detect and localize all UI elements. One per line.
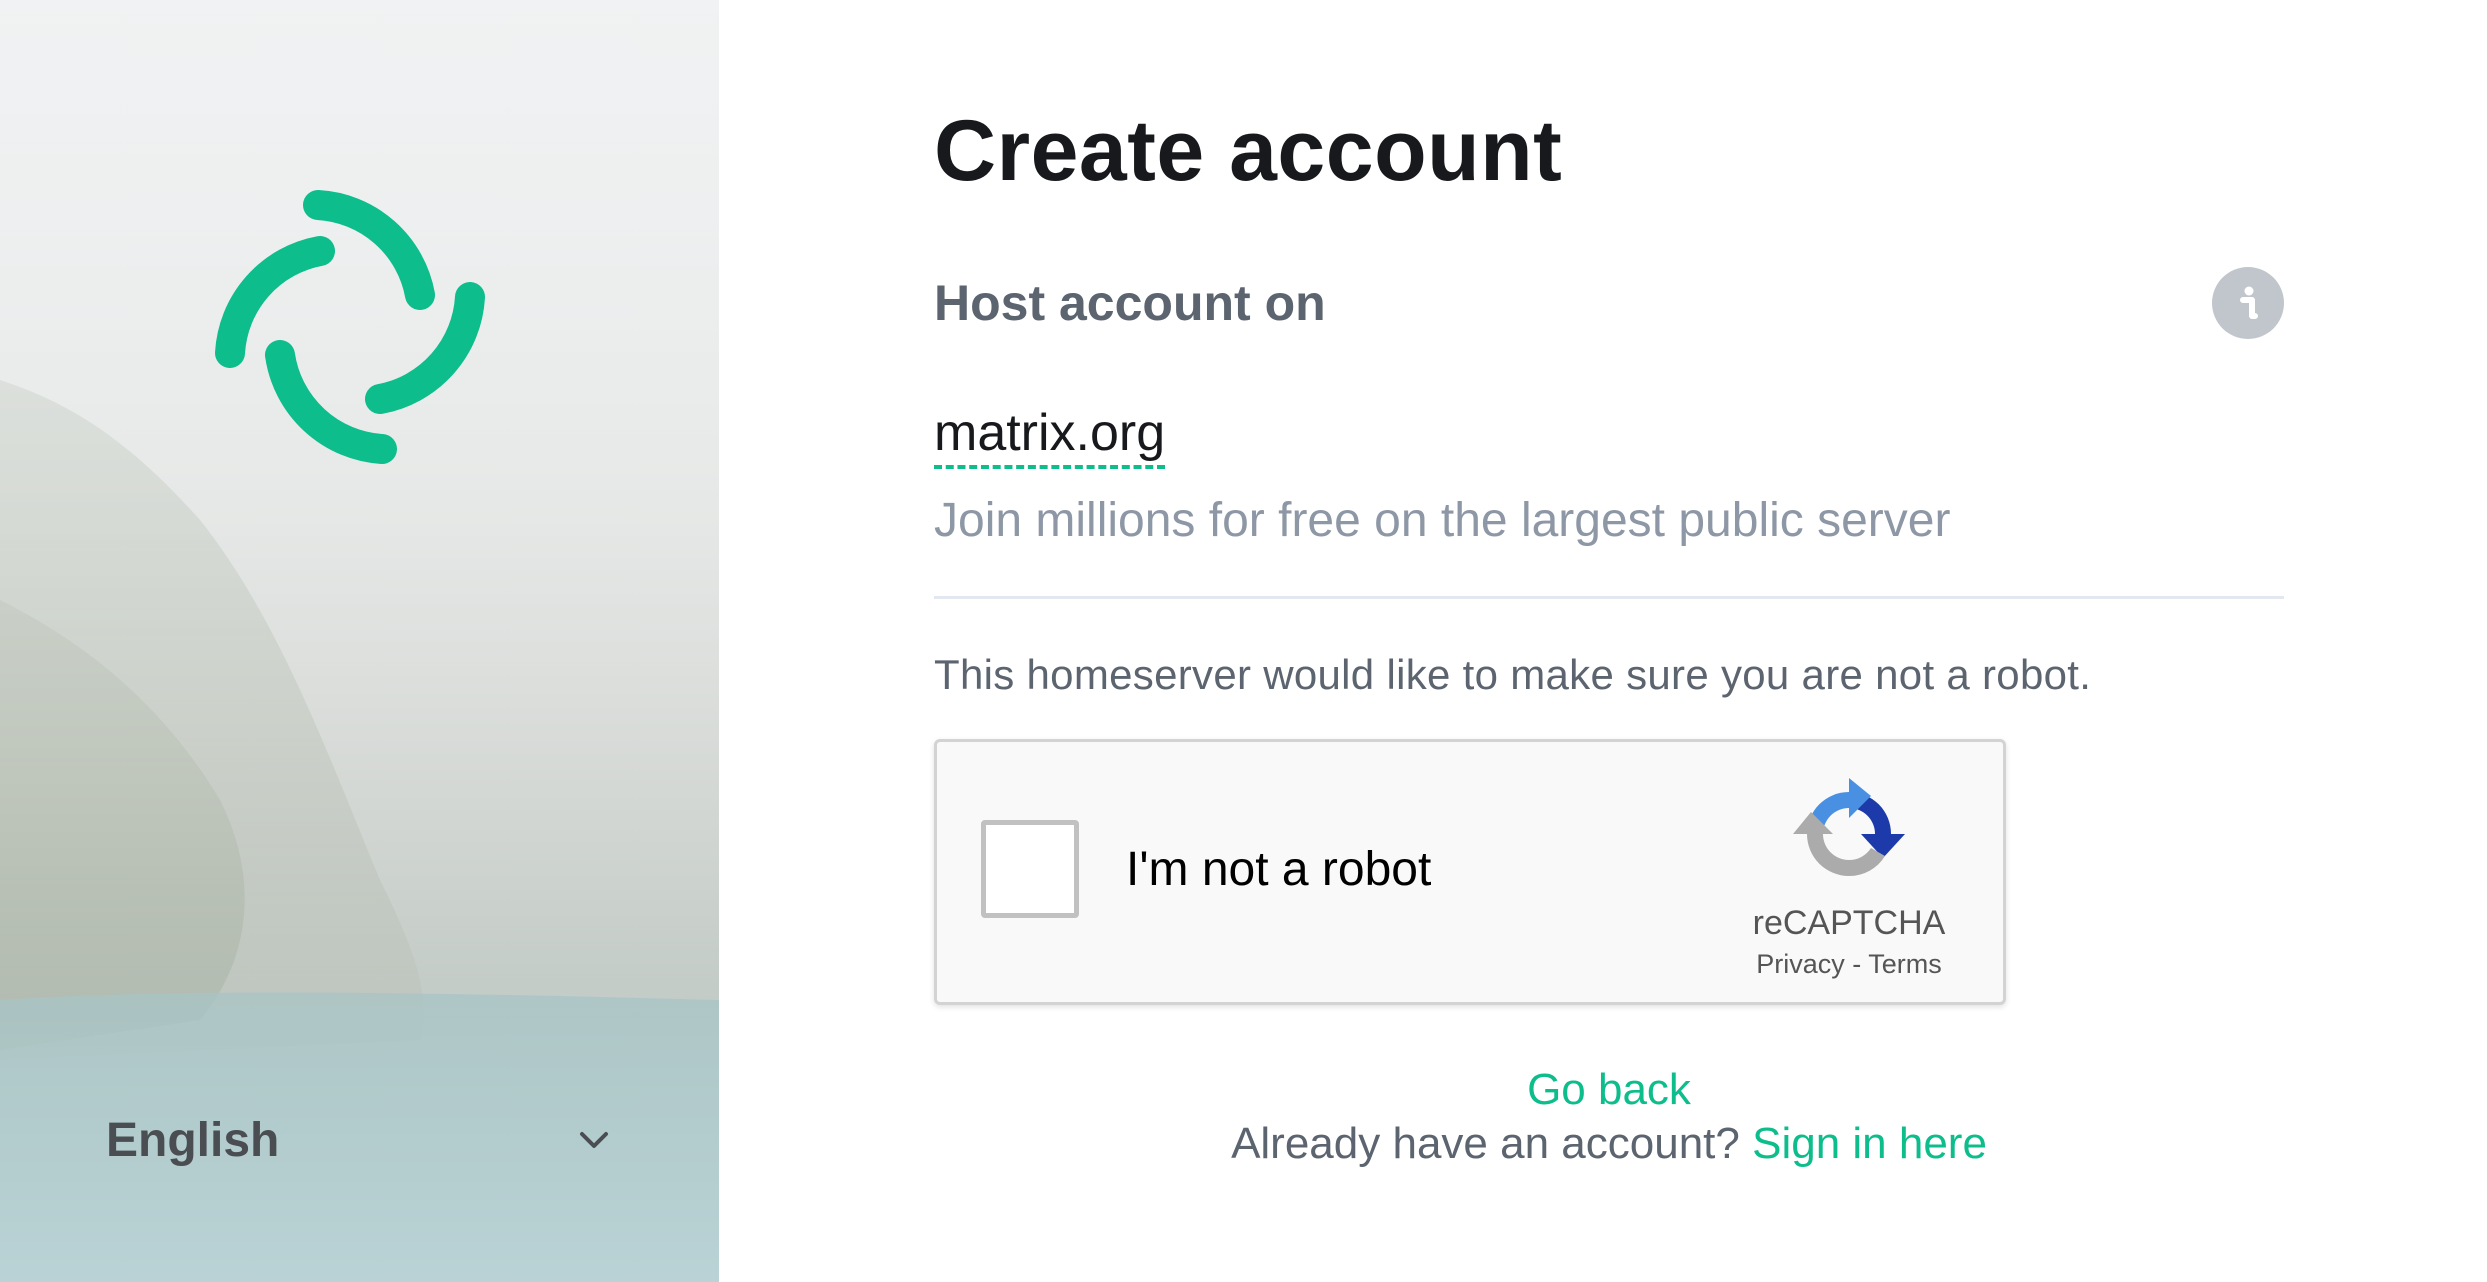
host-row: Host account on — [934, 263, 2284, 343]
recaptcha-terms-link[interactable]: Terms — [1868, 949, 1942, 979]
sidebar-panel: English — [0, 0, 719, 1282]
robot-check-message: This homeserver would like to make sure … — [934, 651, 2092, 699]
form-footer: Go back Already have an account? Sign in… — [934, 1065, 2284, 1169]
recaptcha-brand: reCAPTCHA Privacy - Terms — [1739, 778, 1959, 980]
recaptcha-link-separator: - — [1844, 949, 1869, 980]
server-name-link[interactable]: matrix.org — [934, 403, 1166, 470]
recaptcha-privacy-link[interactable]: Privacy — [1756, 949, 1845, 979]
main-panel: Create account Host account on matrix.or… — [719, 0, 2487, 1282]
create-account-page: English Create account Host account on m… — [0, 0, 2487, 1282]
recaptcha-checkbox[interactable] — [981, 820, 1079, 919]
language-label: English — [106, 1113, 280, 1167]
divider — [934, 596, 2284, 600]
info-icon[interactable] — [2212, 267, 2284, 340]
server-description: Join millions for free on the largest pu… — [934, 494, 1951, 548]
already-have-account-text: Already have an account? — [1231, 1119, 1753, 1169]
sign-in-link[interactable]: Sign in here — [1752, 1119, 1987, 1168]
registration-form: Create account Host account on matrix.or… — [934, 100, 2284, 1169]
page-title: Create account — [934, 103, 1563, 199]
recaptcha-brand-label: reCAPTCHA — [1752, 904, 1946, 943]
language-selector[interactable]: English — [106, 1105, 616, 1175]
sign-in-prompt: Already have an account? Sign in here — [934, 1119, 2284, 1169]
info-glyph-icon — [2240, 286, 2258, 320]
recaptcha-label: I'm not a robot — [1126, 843, 1432, 897]
go-back-link[interactable]: Go back — [1527, 1065, 1691, 1115]
recaptcha-links: Privacy - Terms — [1739, 949, 1959, 980]
chevron-down-icon — [580, 1132, 608, 1148]
host-label: Host account on — [934, 275, 1326, 332]
recaptcha-widget: I'm not a robot reCAPTCHA Privacy - Term… — [934, 739, 2006, 1006]
element-logo-icon — [215, 190, 485, 464]
recaptcha-icon — [1793, 778, 1905, 877]
